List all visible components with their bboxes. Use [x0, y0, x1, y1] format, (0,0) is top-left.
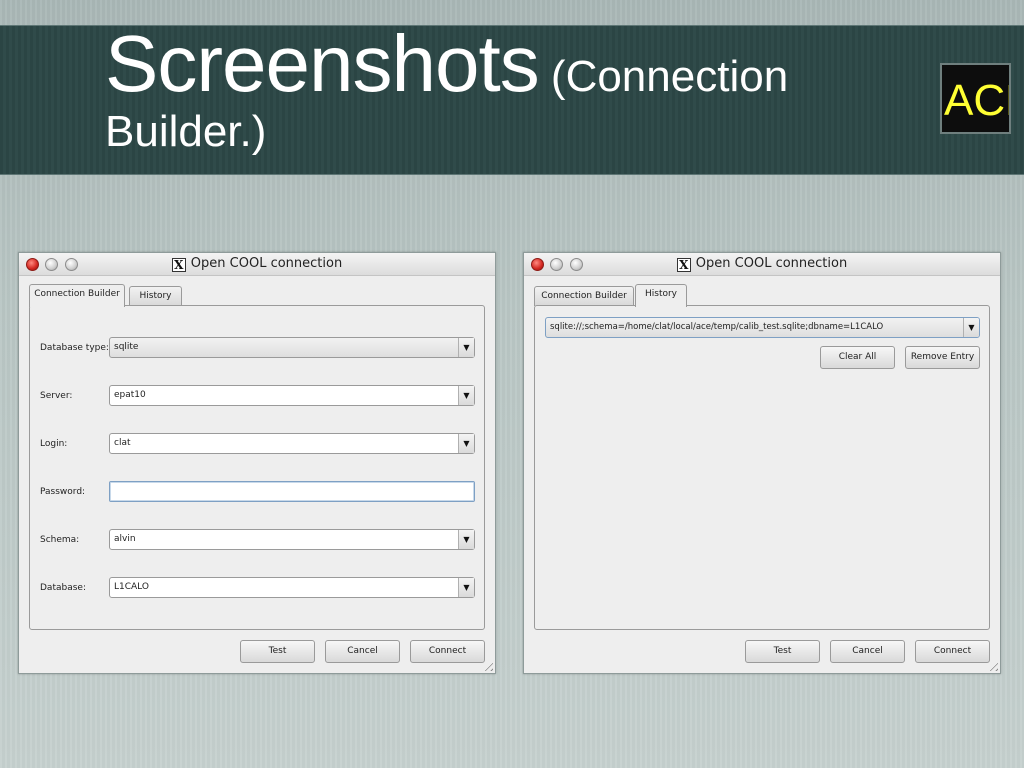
history-selected-value: sqlite://;schema=/home/clat/local/ace/te… [550, 322, 884, 332]
window-title: X Open COOL connection [19, 256, 495, 272]
database-combo[interactable]: L1CALO ▼ [109, 577, 475, 598]
cancel-button[interactable]: Cancel [325, 640, 400, 663]
chevron-down-icon[interactable]: ▼ [458, 530, 474, 549]
x11-icon: X [171, 258, 186, 272]
clear-all-button[interactable]: Clear All [820, 346, 895, 369]
tab-history[interactable]: History [635, 284, 687, 307]
login-combo[interactable]: clat ▼ [109, 433, 475, 454]
login-value: clat [114, 438, 131, 448]
password-field[interactable] [109, 481, 475, 502]
history-window: X Open COOL connection Connection Builder… [523, 252, 1001, 674]
slide-title: Screenshots (Connection Builder.) [105, 24, 905, 154]
chevron-down-icon[interactable]: ▼ [963, 318, 979, 337]
window-title: X Open COOL connection [524, 256, 1000, 272]
login-label: Login: [40, 439, 68, 449]
schema-label: Schema: [40, 535, 80, 545]
window-titlebar: X Open COOL connection [19, 253, 495, 276]
database-value: L1CALO [114, 582, 149, 592]
test-button[interactable]: Test [240, 640, 315, 663]
server-value: epat10 [114, 390, 146, 400]
chevron-down-icon[interactable]: ▼ [458, 578, 474, 597]
window-title-text: Open COOL connection [695, 256, 848, 271]
tab-history[interactable]: History [129, 286, 182, 306]
x11-icon: X [676, 258, 691, 272]
slide-title-line2: Builder.) [105, 107, 267, 156]
chevron-down-icon[interactable]: ▼ [458, 338, 474, 357]
slide-title-paren: (Connection [538, 52, 789, 101]
server-combo[interactable]: epat10 ▼ [109, 385, 475, 406]
tab-connection-builder[interactable]: Connection Builder [534, 286, 634, 306]
connect-button[interactable]: Connect [410, 640, 485, 663]
ace-logo: ACE [940, 63, 1011, 134]
cancel-button[interactable]: Cancel [830, 640, 905, 663]
test-button[interactable]: Test [745, 640, 820, 663]
remove-entry-button[interactable]: Remove Entry [905, 346, 980, 369]
schema-combo[interactable]: alvin ▼ [109, 529, 475, 550]
database-type-value: sqlite [114, 342, 139, 352]
connection-builder-window: X Open COOL connection Connection Builder… [18, 252, 496, 674]
connect-button[interactable]: Connect [915, 640, 990, 663]
database-type-label: Database type: [40, 343, 109, 353]
database-label: Database: [40, 583, 86, 593]
server-label: Server: [40, 391, 73, 401]
window-titlebar: X Open COOL connection [524, 253, 1000, 276]
schema-value: alvin [114, 534, 136, 544]
slide-title-main: Screenshots [105, 19, 540, 108]
password-label: Password: [40, 487, 86, 497]
database-type-select[interactable]: sqlite ▼ [109, 337, 475, 358]
history-panel: sqlite://;schema=/home/clat/local/ace/te… [534, 305, 990, 630]
chevron-down-icon[interactable]: ▼ [458, 434, 474, 453]
tab-connection-builder[interactable]: Connection Builder [29, 284, 125, 307]
history-select[interactable]: sqlite://;schema=/home/clat/local/ace/te… [545, 317, 980, 338]
window-title-text: Open COOL connection [190, 256, 343, 271]
connection-builder-panel: Database type: sqlite ▼ Server: epat10 ▼… [29, 305, 485, 630]
chevron-down-icon[interactable]: ▼ [458, 386, 474, 405]
